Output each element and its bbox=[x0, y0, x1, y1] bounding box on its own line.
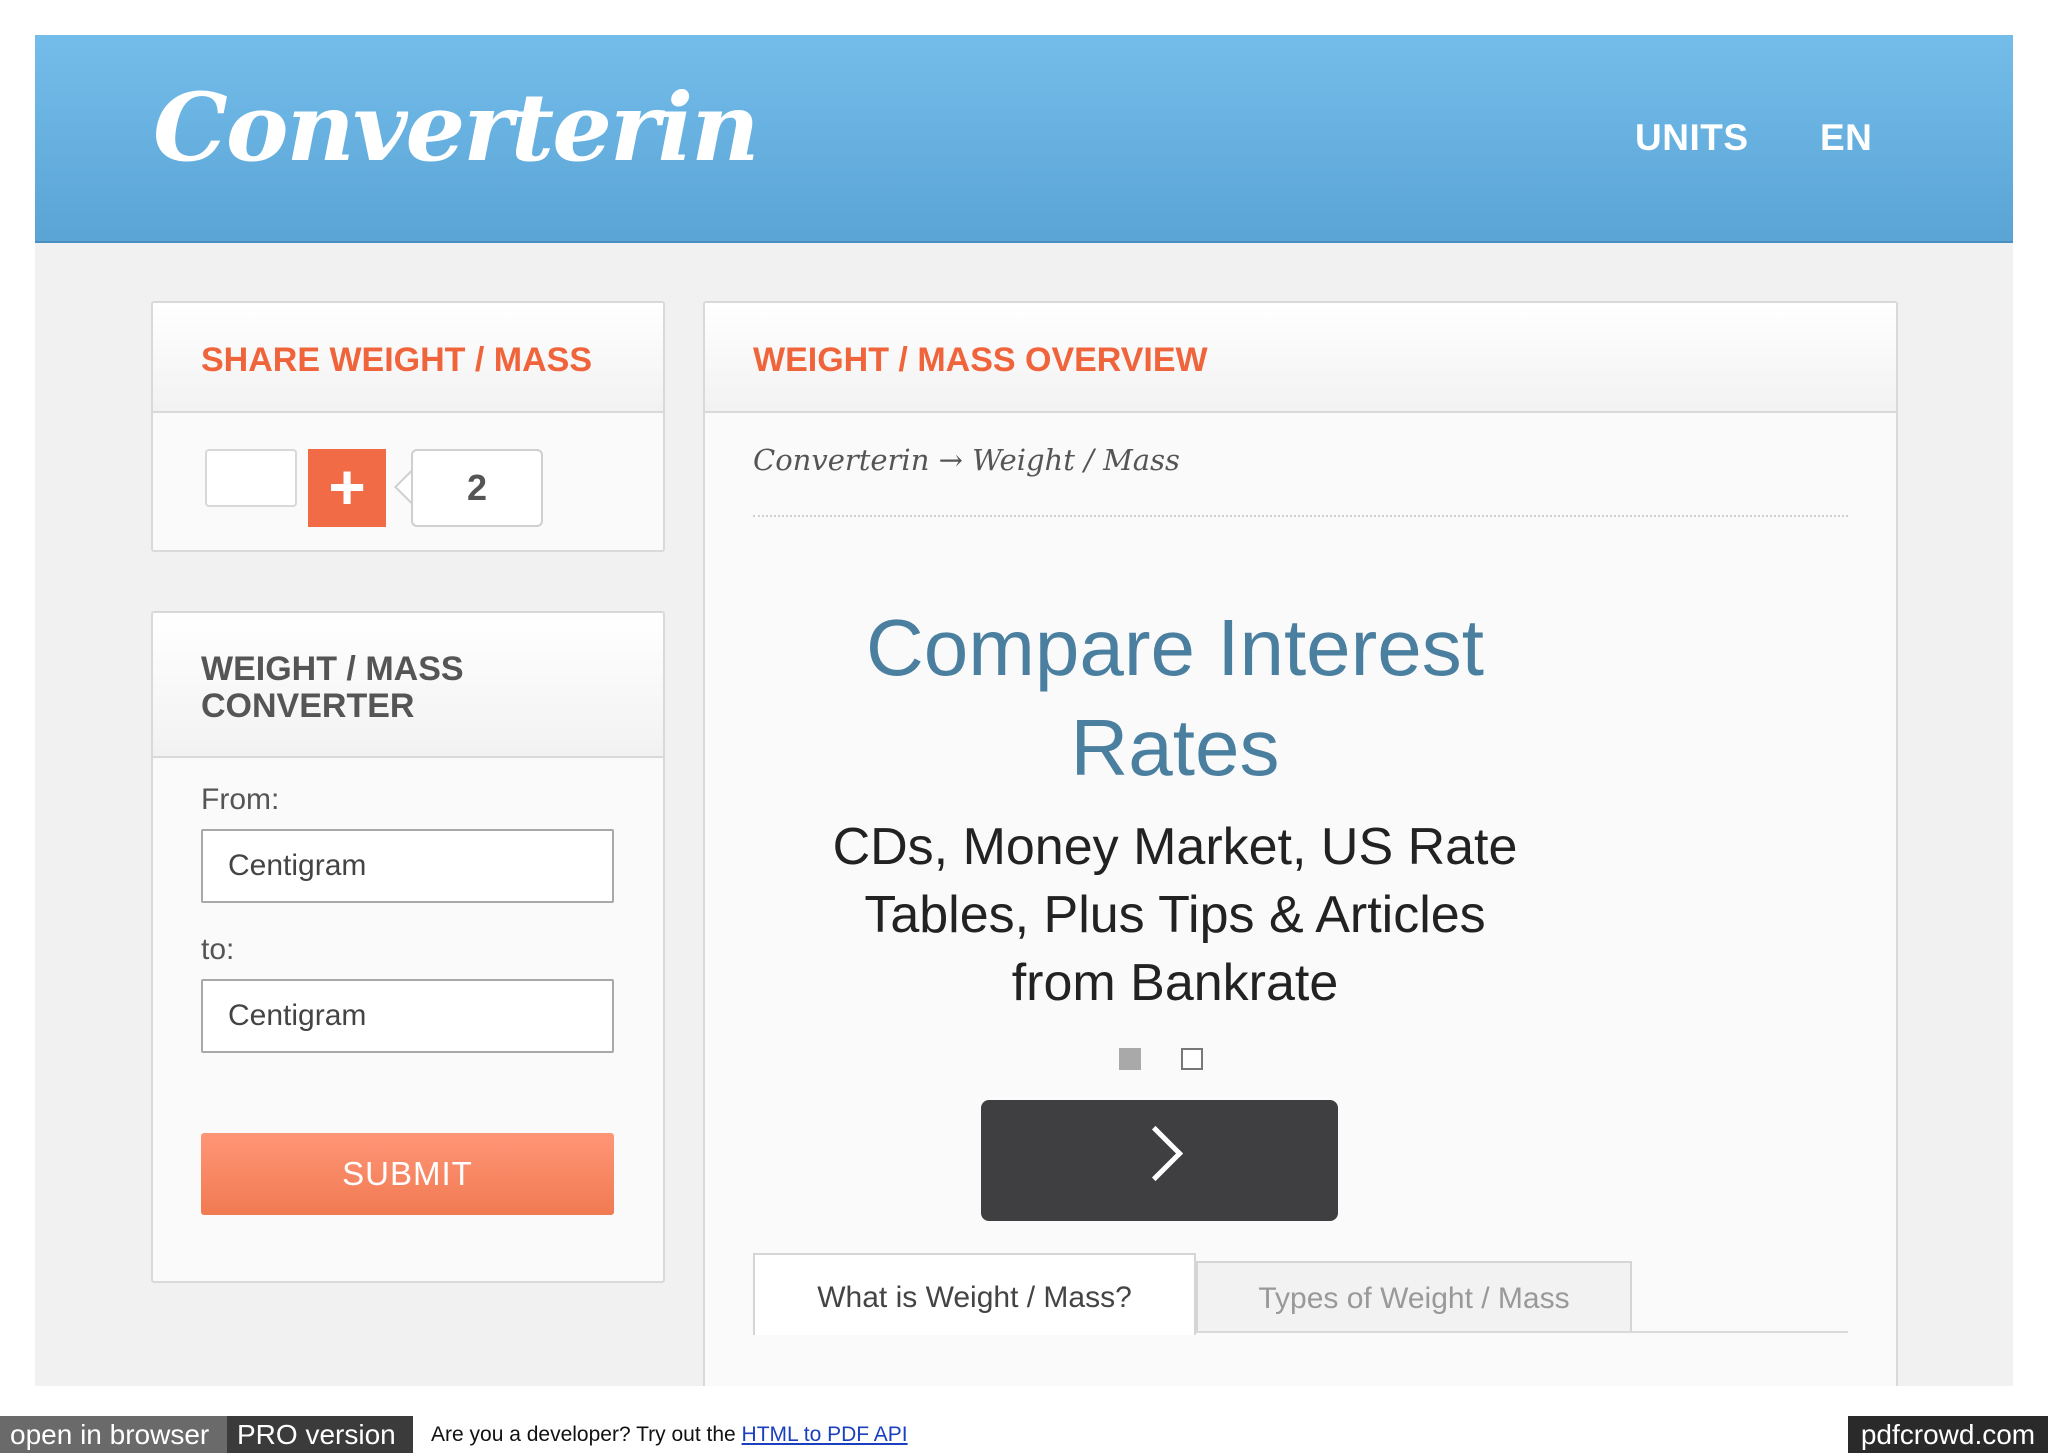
ad-title[interactable]: Compare Interest Rates bbox=[795, 598, 1555, 798]
pdfcrowd-brand[interactable]: pdfcrowd.com bbox=[1848, 1416, 2048, 1453]
tab-types-of-weight[interactable]: Types of Weight / Mass bbox=[1196, 1261, 1632, 1331]
converter-box-title: WEIGHT / MASS CONVERTER bbox=[201, 651, 464, 725]
tab-what-is-weight[interactable]: What is Weight / Mass? bbox=[753, 1253, 1196, 1335]
share-plus-icon[interactable]: + bbox=[308, 449, 386, 527]
share-box: SHARE WEIGHT / MASS + 2 bbox=[151, 301, 665, 552]
to-select[interactable]: Centigram bbox=[201, 979, 614, 1053]
site-logo[interactable]: Converterin bbox=[153, 73, 760, 183]
ad-title-line2: Rates bbox=[1070, 703, 1280, 792]
to-label: to: bbox=[201, 933, 235, 966]
ad-slide-dot-1[interactable] bbox=[1119, 1048, 1141, 1070]
developer-note-text: Are you a developer? Try out the bbox=[431, 1423, 742, 1446]
from-select[interactable]: Centigram bbox=[201, 829, 614, 903]
pdf-footer: open in browser PRO version Are you a de… bbox=[0, 1416, 2048, 1453]
share-count: 2 bbox=[411, 449, 543, 527]
open-in-browser-button[interactable]: open in browser bbox=[0, 1416, 227, 1453]
ad-text-line3: from Bankrate bbox=[1011, 954, 1339, 1012]
share-blank-button[interactable] bbox=[205, 449, 297, 507]
converter-title-line1: WEIGHT / MASS bbox=[201, 650, 464, 688]
overview-box: WEIGHT / MASS OVERVIEW Converterin → Wei… bbox=[703, 301, 1898, 1386]
page: Converterin UNITS EN SHARE WEIGHT / MASS… bbox=[35, 35, 2013, 1386]
nav-language[interactable]: EN bbox=[1820, 117, 1872, 159]
developer-note: Are you a developer? Try out the HTML to… bbox=[431, 1416, 908, 1453]
site-header: Converterin UNITS EN bbox=[35, 35, 2013, 243]
converter-title-line2: CONVERTER bbox=[201, 687, 415, 725]
ad-text: CDs, Money Market, US Rate Tables, Plus … bbox=[795, 813, 1555, 1017]
ad-text-line1: CDs, Money Market, US Rate bbox=[832, 818, 1518, 876]
from-label: From: bbox=[201, 783, 280, 816]
chevron-right-icon bbox=[1127, 1125, 1184, 1182]
ad-title-line1: Compare Interest bbox=[865, 603, 1485, 692]
overview-title: WEIGHT / MASS OVERVIEW bbox=[753, 341, 1208, 379]
overview-box-header: WEIGHT / MASS OVERVIEW bbox=[705, 303, 1896, 413]
pro-version-button[interactable]: PRO version bbox=[227, 1416, 413, 1453]
breadcrumb-divider bbox=[753, 515, 1848, 517]
ad-text-line2: Tables, Plus Tips & Articles bbox=[864, 886, 1486, 944]
submit-button[interactable]: SUBMIT bbox=[201, 1133, 614, 1215]
ad-next-button[interactable] bbox=[981, 1100, 1338, 1221]
nav-units[interactable]: UNITS bbox=[1635, 117, 1749, 159]
ad-slide-dot-2[interactable] bbox=[1181, 1048, 1203, 1070]
html-to-pdf-api-link[interactable]: HTML to PDF API bbox=[742, 1423, 908, 1446]
share-box-title: SHARE WEIGHT / MASS bbox=[201, 341, 593, 379]
breadcrumb[interactable]: Converterin → Weight / Mass bbox=[753, 443, 1180, 477]
share-box-header: SHARE WEIGHT / MASS bbox=[153, 303, 663, 413]
converter-box-header: WEIGHT / MASS CONVERTER bbox=[153, 613, 663, 758]
converter-box: WEIGHT / MASS CONVERTER From: Centigram … bbox=[151, 611, 665, 1283]
